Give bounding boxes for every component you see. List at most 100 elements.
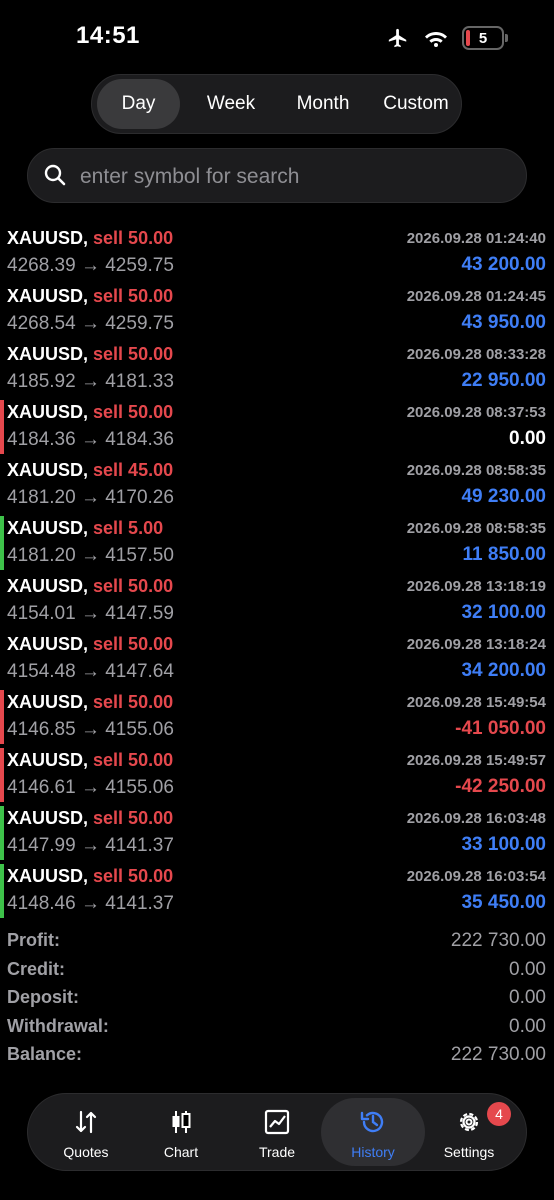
summary-row: Withdrawal: 0.00: [0, 1014, 554, 1043]
trade-datetime: 2026.09.28 08:33:28: [406, 346, 546, 363]
summary-label: Credit:: [7, 958, 65, 979]
trade-prices: 4146.85 → 4155.06: [7, 719, 174, 740]
tab-label: Settings: [443, 1144, 495, 1160]
trade-datetime: 2026.09.28 15:49:57: [406, 752, 546, 769]
trade-datetime: 2026.09.28 16:03:48: [406, 810, 546, 827]
segment-month[interactable]: Month: [278, 79, 368, 129]
trade-row[interactable]: XAUUSD, sell 50.00 2026.09.28 13:18:24 415…: [0, 630, 554, 688]
trade-title: XAUUSD, sell 50.00: [7, 286, 173, 307]
trade-side: sell 50.00: [93, 402, 174, 422]
trade-prices: 4268.39 → 4259.75: [7, 255, 174, 276]
trade-symbol: XAUUSD,: [7, 228, 89, 248]
segment-custom[interactable]: Custom: [372, 79, 460, 129]
trade-prices: 4146.61 → 4155.06: [7, 777, 174, 798]
status-bar: 14:51 5: [0, 0, 554, 70]
trade-prices: 4154.48 → 4147.64: [7, 661, 174, 682]
trade-datetime: 2026.09.28 08:58:35: [406, 520, 546, 537]
trade-title: XAUUSD, sell 50.00: [7, 866, 173, 887]
trade-row[interactable]: XAUUSD, sell 45.00 2026.09.28 08:58:35 418…: [0, 456, 554, 514]
trade-indicator-bar: [0, 806, 4, 860]
tab-history[interactable]: History: [321, 1098, 425, 1166]
trade-datetime: 2026.09.28 15:49:54: [406, 694, 546, 711]
search-input[interactable]: [78, 149, 512, 204]
history-icon: [360, 1111, 384, 1133]
tab-quotes[interactable]: Quotes: [36, 1098, 136, 1166]
trade-row[interactable]: XAUUSD, sell 50.00 2026.09.28 13:18:19 415…: [0, 572, 554, 630]
trade-row[interactable]: XAUUSD, sell 50.00 2026.09.28 15:49:57 414…: [0, 746, 554, 804]
segment-day[interactable]: Day: [97, 79, 180, 129]
bottom-tab-bar: Quotes Chart Trade History 4 Settings: [27, 1093, 527, 1171]
trade-row[interactable]: XAUUSD, sell 50.00 2026.09.28 16:03:54 414…: [0, 862, 554, 920]
trade-row[interactable]: XAUUSD, sell 50.00 2026.09.28 08:33:28 418…: [0, 340, 554, 398]
trade-prices: 4147.99 → 4141.37: [7, 835, 174, 856]
trade-side: sell 50.00: [93, 692, 174, 712]
battery-percent: 5: [478, 29, 488, 47]
trade-title: XAUUSD, sell 50.00: [7, 402, 173, 423]
trade-profit: -41 050.00: [455, 718, 546, 739]
summary-value: 222 730.00: [450, 930, 546, 951]
summary-label: Balance:: [7, 1044, 83, 1064]
settings-icon: [459, 1112, 479, 1132]
trade-side: sell 50.00: [93, 228, 174, 248]
summary-label: Withdrawal:: [7, 1015, 109, 1036]
search-icon: [44, 164, 66, 186]
trade-datetime: 2026.09.28 13:18:24: [406, 636, 546, 653]
trade-row[interactable]: XAUUSD, sell 50.00 2026.09.28 01:24:40 426…: [0, 224, 554, 282]
trade-symbol: XAUUSD,: [7, 402, 89, 422]
trade-symbol: XAUUSD,: [7, 634, 89, 654]
trade-indicator-bar: [0, 864, 4, 918]
summary-value: 0.00: [509, 987, 546, 1008]
status-time: 14:51: [76, 22, 140, 49]
airplane-icon: [388, 28, 407, 48]
trade-title: XAUUSD, sell 50.00: [7, 228, 173, 249]
tab-chart[interactable]: Chart: [131, 1098, 231, 1166]
tab-trade[interactable]: Trade: [227, 1098, 327, 1166]
battery-level: [466, 30, 470, 46]
chart-icon: [172, 1111, 191, 1133]
trade-row[interactable]: XAUUSD, sell 50.00 2026.09.28 16:03:48 414…: [0, 804, 554, 862]
trade-symbol: XAUUSD,: [7, 460, 89, 480]
summary-value: 0.00: [509, 958, 546, 980]
trade-side: sell 5.00: [93, 518, 164, 538]
trade-datetime: 2026.09.28 13:18:19: [406, 578, 546, 595]
trade-profit: 43 200.00: [461, 254, 546, 275]
trade-side: sell 50.00: [93, 634, 174, 654]
trade-profit: 35 450.00: [461, 892, 546, 913]
trade-side: sell 50.00: [93, 866, 174, 886]
period-segmented-control: Day Week Month Custom: [91, 74, 462, 134]
summary-row: Credit: 0.00: [0, 957, 554, 986]
trade-profit: 49 230.00: [461, 486, 546, 507]
trade-side: sell 50.00: [93, 750, 174, 770]
trade-title: XAUUSD, sell 50.00: [7, 344, 173, 365]
trade-symbol: XAUUSD,: [7, 750, 89, 770]
trade-title: XAUUSD, sell 5.00: [7, 518, 163, 539]
trade-datetime: 2026.09.28 01:24:45: [406, 288, 546, 305]
trade-profit: 11 850.00: [462, 544, 546, 565]
summary-label: Profit:: [7, 930, 60, 950]
trade-row[interactable]: XAUUSD, sell 50.00 2026.09.28 01:24:45 426…: [0, 282, 554, 340]
trade-symbol: XAUUSD,: [7, 692, 89, 712]
trade-title: XAUUSD, sell 50.00: [7, 750, 173, 771]
trade-row[interactable]: XAUUSD, sell 50.00 2026.09.28 15:49:54 414…: [0, 688, 554, 746]
trade-datetime: 2026.09.28 08:58:35: [406, 462, 546, 479]
battery-indicator: 5: [462, 26, 508, 50]
segment-week[interactable]: Week: [188, 79, 274, 129]
trade-profit: 22 950.00: [461, 370, 546, 391]
tab-label: Chart: [163, 1144, 199, 1160]
trade-title: XAUUSD, sell 50.00: [7, 808, 173, 829]
battery-cap: [505, 34, 508, 42]
trade-row[interactable]: XAUUSD, sell 5.00 2026.09.28 08:58:35 4181…: [0, 514, 554, 572]
trade-indicator-bar: [0, 748, 4, 802]
trade-side: sell 50.00: [93, 286, 174, 306]
trade-side: sell 50.00: [93, 344, 174, 364]
trade-side: sell 45.00: [93, 460, 174, 480]
tab-settings[interactable]: 4 Settings: [419, 1098, 519, 1166]
trade-row[interactable]: XAUUSD, sell 50.00 2026.09.28 08:37:53 418…: [0, 398, 554, 456]
account-summary: Profit: 222 730.00 Credit: 0.00 Deposit: 0.00…: [0, 928, 554, 1071]
trade-title: XAUUSD, sell 50.00: [7, 692, 173, 713]
trade-icon: [264, 1109, 290, 1135]
trade-profit: 32 100.00: [461, 602, 546, 623]
status-icons: 5: [386, 26, 508, 50]
trade-symbol: XAUUSD,: [7, 808, 89, 828]
trade-prices: 4181.20 → 4170.26: [7, 487, 174, 508]
